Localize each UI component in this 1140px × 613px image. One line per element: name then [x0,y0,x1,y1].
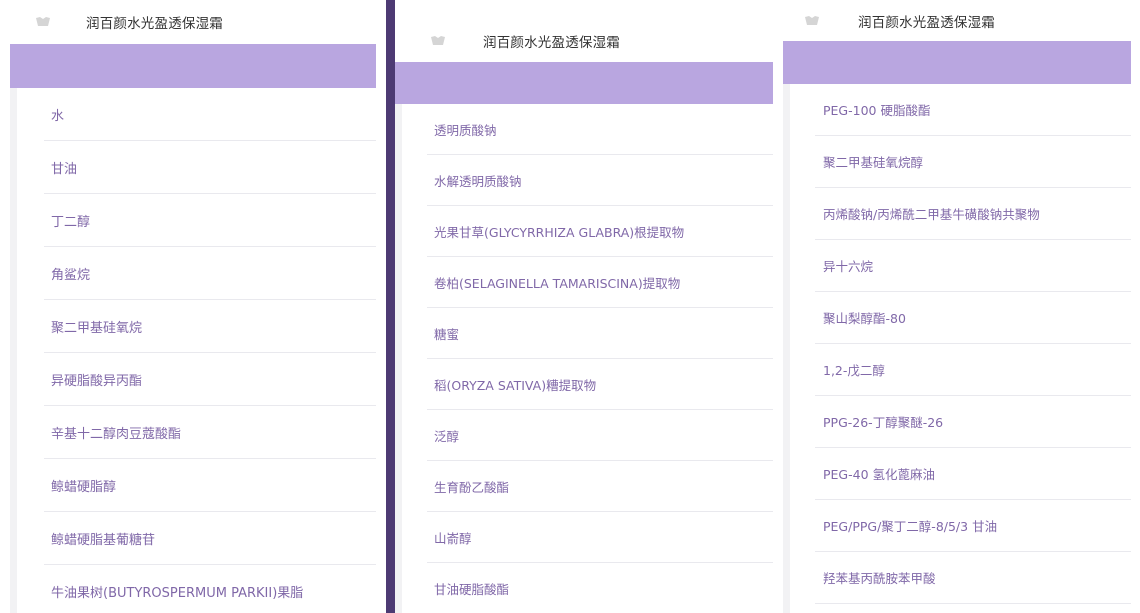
list-item: 异十六烷 [815,240,1131,292]
list-item: 丙烯酸钠/丙烯酰二甲基牛磺酸钠共聚物 [815,188,1131,240]
list-item: PEG-40 氢化蓖麻油 [815,448,1131,500]
ingredients-panel-3: 润百颜水光盈透保湿霜 PEG-100 硬脂酸酯 聚二甲基硅氧烷醇 丙烯酸钠/丙烯… [783,0,1131,613]
list-item: 水 [44,88,376,141]
list-item: 光果甘草(GLYCYRRHIZA GLABRA)根提取物 [427,206,773,257]
list-item: 鲸蜡硬脂醇 [44,459,376,512]
product-title: 润百颜水光盈透保湿霜 [483,35,620,51]
list-item: 羟苯基丙酰胺苯甲酸 [815,552,1131,604]
product-title: 润百颜水光盈透保湿霜 [858,15,995,31]
list-item: 牛油果树(BUTYROSPERMUM PARKII)果脂 [44,565,376,613]
header-band [783,41,1131,84]
ingredients-panel-2: 润百颜水光盈透保湿霜 透明质酸钠 水解透明质酸钠 光果甘草(GLYCYRRHIZ… [386,0,773,613]
ingredient-list: PEG-100 硬脂酸酯 聚二甲基硅氧烷醇 丙烯酸钠/丙烯酰二甲基牛磺酸钠共聚物… [783,84,1131,613]
list-item: 角鲨烷 [44,247,376,300]
panel-header: 润百颜水光盈透保湿霜 [395,26,773,56]
list-item: 甘油硬脂酸酯 [427,563,773,613]
header-band [395,62,773,104]
list-item: 生育酚乙酸酯 [427,461,773,512]
header-band [10,44,376,88]
ingredient-list: 水 甘油 丁二醇 角鲨烷 聚二甲基硅氧烷 异硬脂酸异丙酯 辛基十二醇肉豆蔻酸酯 … [10,88,376,613]
list-item: PPG-26-丁醇聚醚-26 [815,396,1131,448]
list-item: 水解透明质酸钠 [427,155,773,206]
list-item: 稻(ORYZA SATIVA)糟提取物 [427,359,773,410]
list-item: 山嵛醇 [427,512,773,563]
list-item: 丁二醇 [44,194,376,247]
list-item: PEG/PPG/聚丁二醇-8/5/3 甘油 [815,500,1131,552]
list-item: 1,2-戊二醇 [815,344,1131,396]
ingredient-list: 透明质酸钠 水解透明质酸钠 光果甘草(GLYCYRRHIZA GLABRA)根提… [395,104,773,613]
list-item: 透明质酸钠 [427,104,773,155]
list-item: 聚山梨醇酯-80 [815,292,1131,344]
list-item: 异硬脂酸异丙酯 [44,353,376,406]
panel-header: 润百颜水光盈透保湿霜 [783,6,1131,36]
product-logo-icon [32,15,54,29]
list-item: 泛醇 [427,410,773,461]
list-item: 卷柏(SELAGINELLA TAMARISCINA)提取物 [427,257,773,308]
product-title: 润百颜水光盈透保湿霜 [86,16,223,32]
list-item: 鲸蜡硬脂基葡糖苷 [44,512,376,565]
list-item: 聚二甲基硅氧烷 [44,300,376,353]
list-item: 糖蜜 [427,308,773,359]
list-item: 聚二甲基硅氧烷醇 [815,136,1131,188]
list-item: 甘油 [44,141,376,194]
panel-header: 润百颜水光盈透保湿霜 [10,6,376,38]
list-item: PEG-100 硬脂酸酯 [815,84,1131,136]
list-item: 辛基十二醇肉豆蔻酸酯 [44,406,376,459]
product-logo-icon [427,34,449,48]
ingredients-panel-1: 润百颜水光盈透保湿霜 水 甘油 丁二醇 角鲨烷 聚二甲基硅氧烷 异硬脂酸异丙酯 … [10,0,376,613]
product-logo-icon [801,14,823,28]
